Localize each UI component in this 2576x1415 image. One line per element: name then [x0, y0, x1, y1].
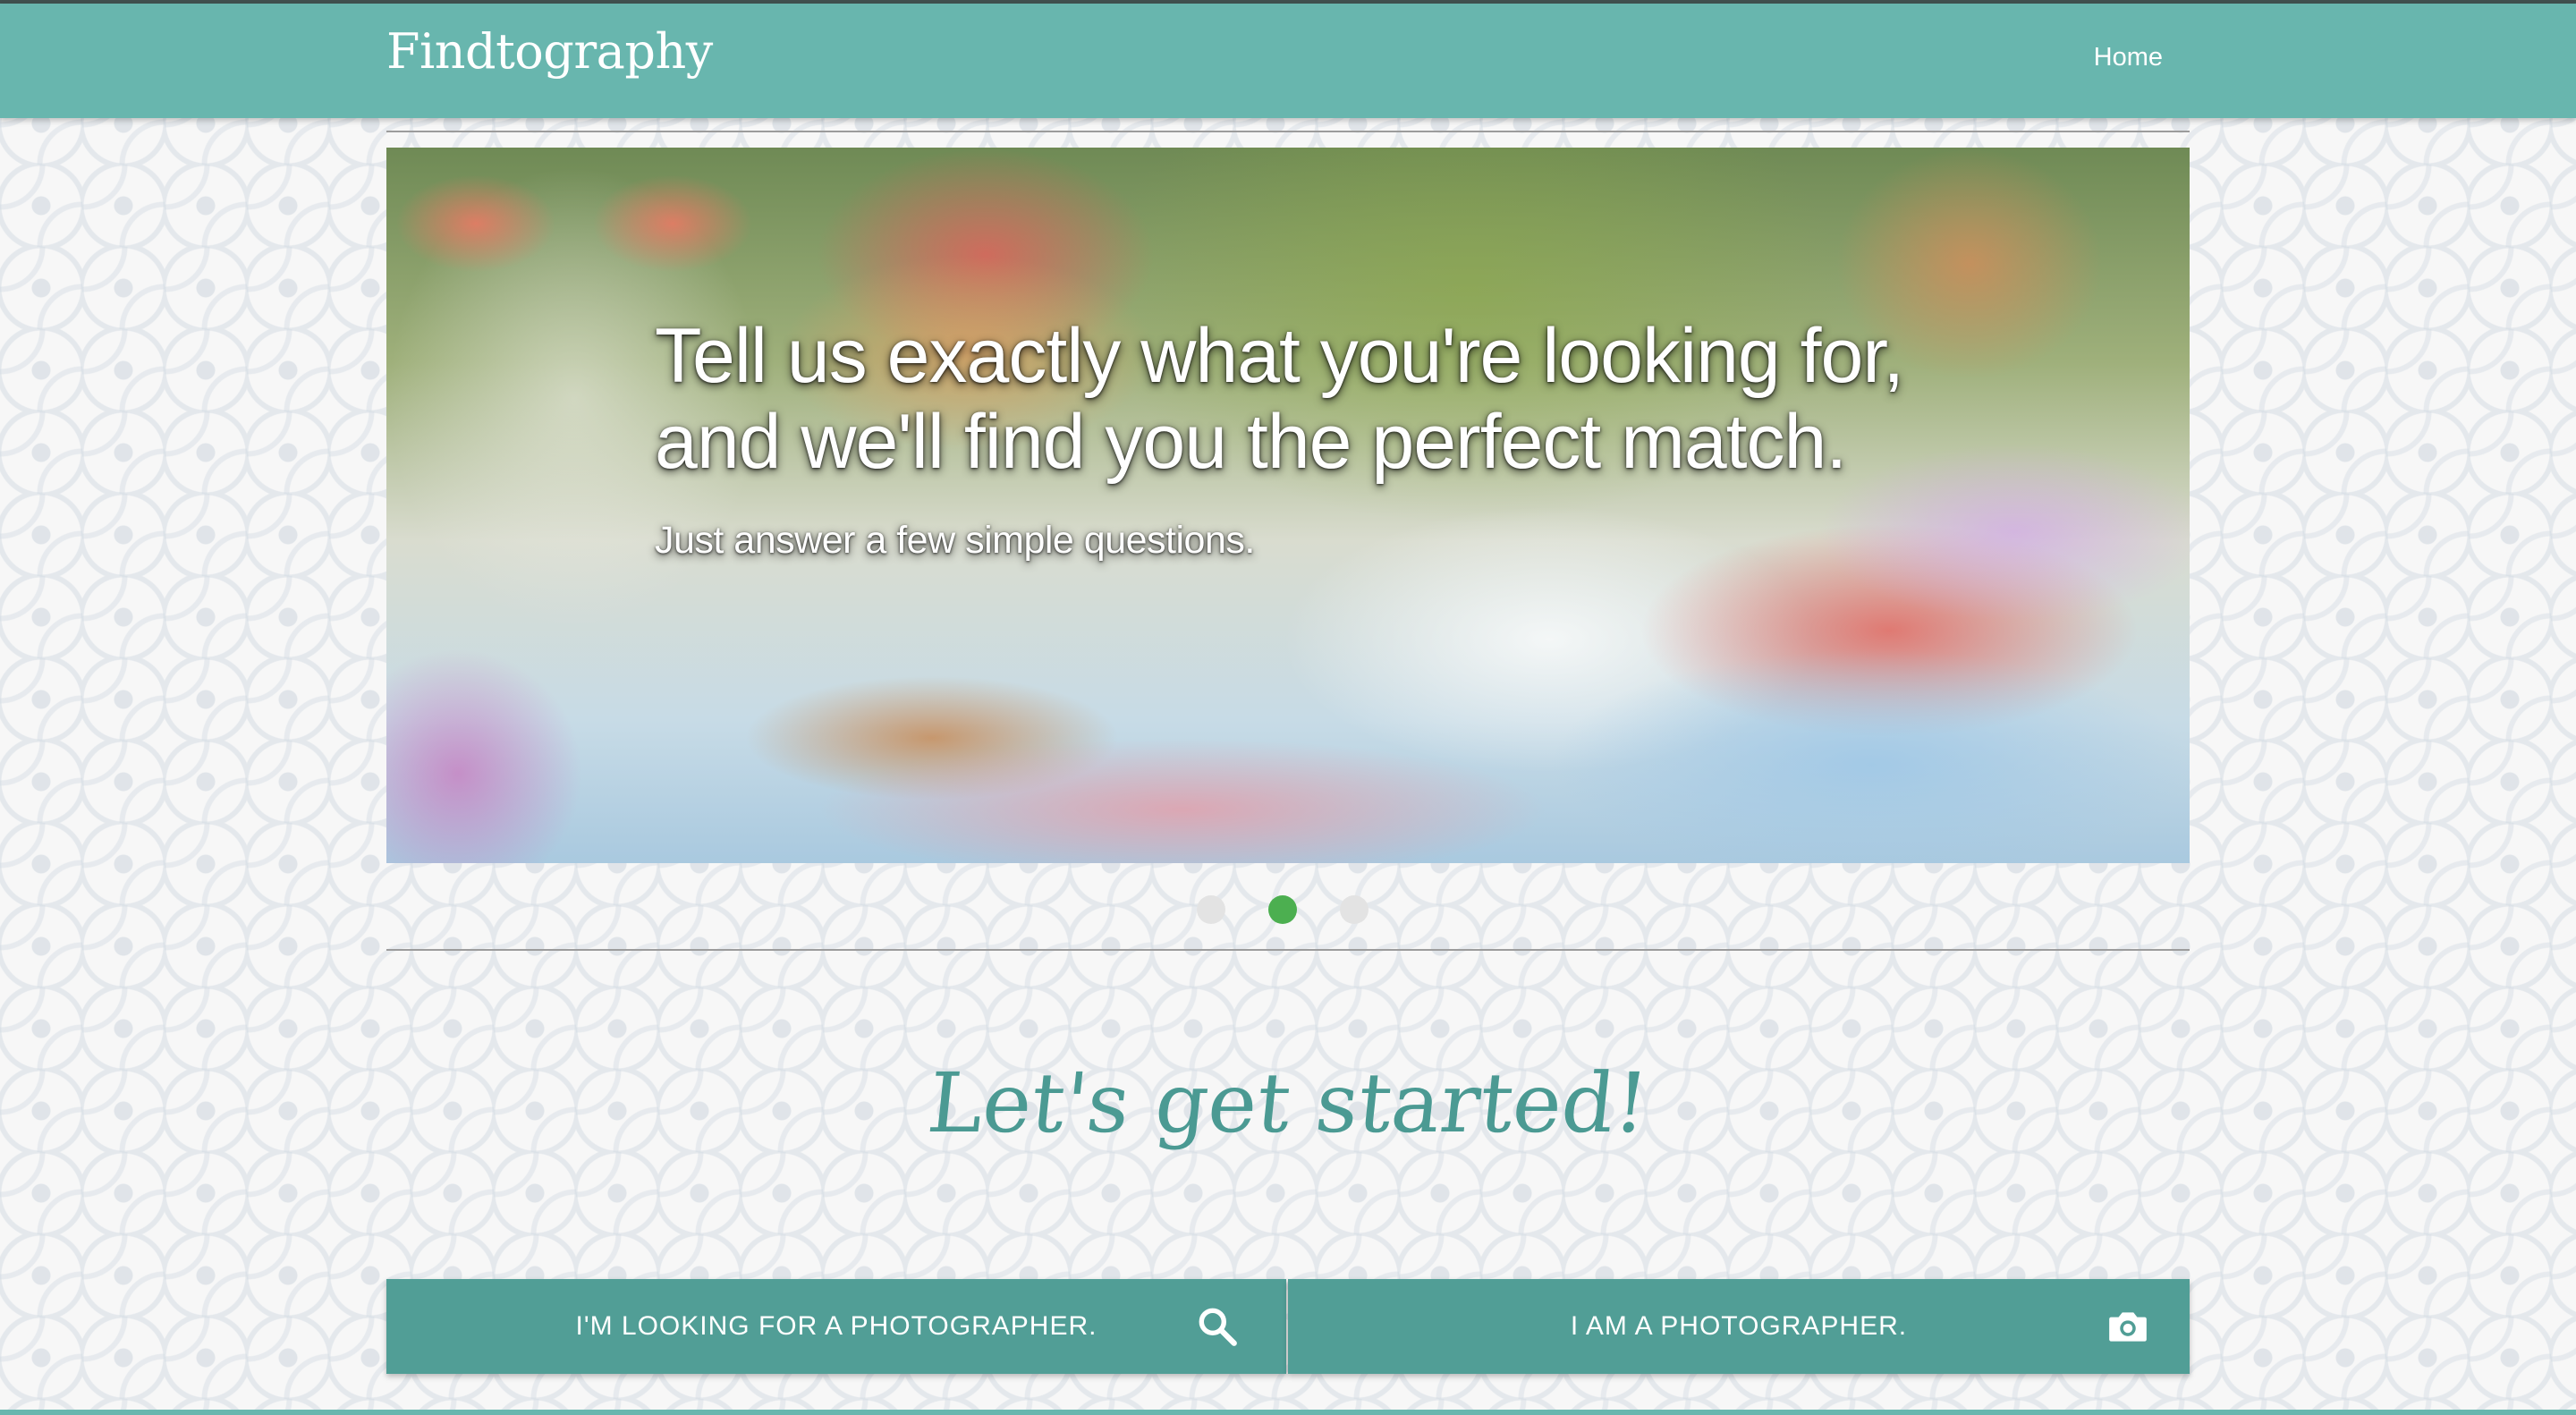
hero-caption: Tell us exactly what you're looking for,… — [655, 313, 1904, 563]
hero-carousel-slide: Tell us exactly what you're looking for,… — [386, 148, 2190, 863]
footer-border — [0, 1410, 2576, 1415]
hero-title-line-2: and we'll find you the perfect match. — [655, 399, 1847, 485]
navbar: Findtography Home — [0, 4, 2576, 118]
camera-icon — [2109, 1312, 2147, 1342]
flower-blur-shape — [386, 648, 583, 863]
looking-for-photographer-button[interactable]: I'M LOOKING FOR A PHOTOGRAPHER. — [386, 1279, 1286, 1374]
hero-title-line-1: Tell us exactly what you're looking for, — [655, 313, 1904, 399]
hero-title: Tell us exactly what you're looking for,… — [655, 313, 1904, 485]
get-started-heading: Let's get started! — [923, 1055, 1653, 1151]
looking-for-photographer-label: I'M LOOKING FOR A PHOTOGRAPHER. — [575, 1311, 1097, 1341]
divider-bottom — [386, 949, 2190, 951]
carousel-dot-1[interactable] — [1197, 895, 1225, 924]
carousel-dot-3[interactable] — [1340, 895, 1368, 924]
cupcake-shape — [592, 174, 753, 273]
nav-link-home[interactable]: Home — [2094, 43, 2163, 72]
search-icon — [1199, 1308, 1237, 1346]
brand-logo[interactable]: Findtography — [386, 23, 713, 80]
carousel-indicators — [1197, 895, 1368, 924]
i-am-photographer-label: I AM A PHOTOGRAPHER. — [1570, 1311, 1908, 1341]
cupcake-shape — [395, 174, 556, 273]
hero-subtitle: Just answer a few simple questions. — [655, 519, 1255, 562]
i-am-photographer-button[interactable]: I AM A PHOTOGRAPHER. — [1288, 1279, 2190, 1374]
carousel-dot-2[interactable] — [1268, 895, 1297, 924]
divider-top — [386, 131, 2190, 132]
